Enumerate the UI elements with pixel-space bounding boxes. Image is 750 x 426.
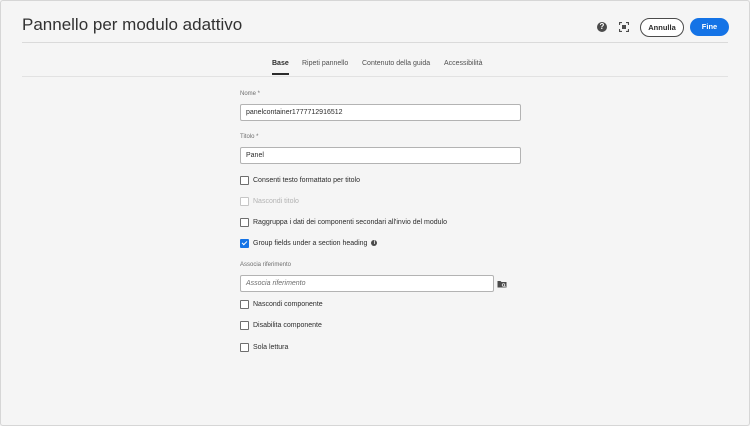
tabs-divider xyxy=(22,76,728,77)
group-data-checkbox[interactable] xyxy=(240,218,249,227)
group-data-label: Raggruppa i dati dei componenti secondar… xyxy=(253,219,447,226)
rich-text-title-label: Consenti testo formattato per titolo xyxy=(253,177,360,184)
hide-component-label: Nascondi componente xyxy=(253,301,323,308)
info-icon[interactable]: i xyxy=(371,240,378,246)
page-title: Pannello per modulo adattivo xyxy=(22,15,243,34)
read-only-label: Sola lettura xyxy=(253,344,289,351)
cancel-button[interactable]: Annulla xyxy=(640,18,684,37)
tab-repeat-panel[interactable]: Ripeti pannello xyxy=(302,59,348,75)
bind-reference-label: Associa riferimento xyxy=(240,262,292,268)
help-icon[interactable]: ? xyxy=(597,22,607,32)
header-divider xyxy=(22,42,728,43)
tab-accessibility[interactable]: Accessibilità xyxy=(444,59,483,75)
name-label: Nome * xyxy=(240,91,261,97)
group-fields-checkbox[interactable] xyxy=(240,239,249,248)
group-fields-label-wrap: Group fields under a section heading i xyxy=(253,239,378,248)
disable-component-label: Disabilita componente xyxy=(253,322,322,329)
hide-title-checkbox xyxy=(240,197,249,206)
fullscreen-icon[interactable] xyxy=(619,22,629,32)
group-fields-label: Group fields under a section heading xyxy=(253,240,368,247)
tab-bar: Base Ripeti pannello Contenuto della gui… xyxy=(0,59,750,77)
title-field[interactable]: Panel xyxy=(240,147,521,164)
name-field[interactable]: panelcontainer1777712916512 xyxy=(240,104,521,121)
done-button[interactable]: Fine xyxy=(690,18,729,36)
read-only-checkbox[interactable] xyxy=(240,343,249,352)
bind-reference-input[interactable]: Associa riferimento xyxy=(240,275,494,292)
rich-text-title-checkbox[interactable] xyxy=(240,176,249,185)
title-label: Titolo * xyxy=(240,134,259,140)
folder-browse-icon[interactable] xyxy=(497,280,507,288)
hide-component-checkbox[interactable] xyxy=(240,300,249,309)
tab-help-content[interactable]: Contenuto della guida xyxy=(362,59,430,75)
hide-title-label: Nascondi titolo xyxy=(253,198,299,205)
disable-component-checkbox[interactable] xyxy=(240,321,249,330)
tab-base[interactable]: Base xyxy=(272,59,289,75)
